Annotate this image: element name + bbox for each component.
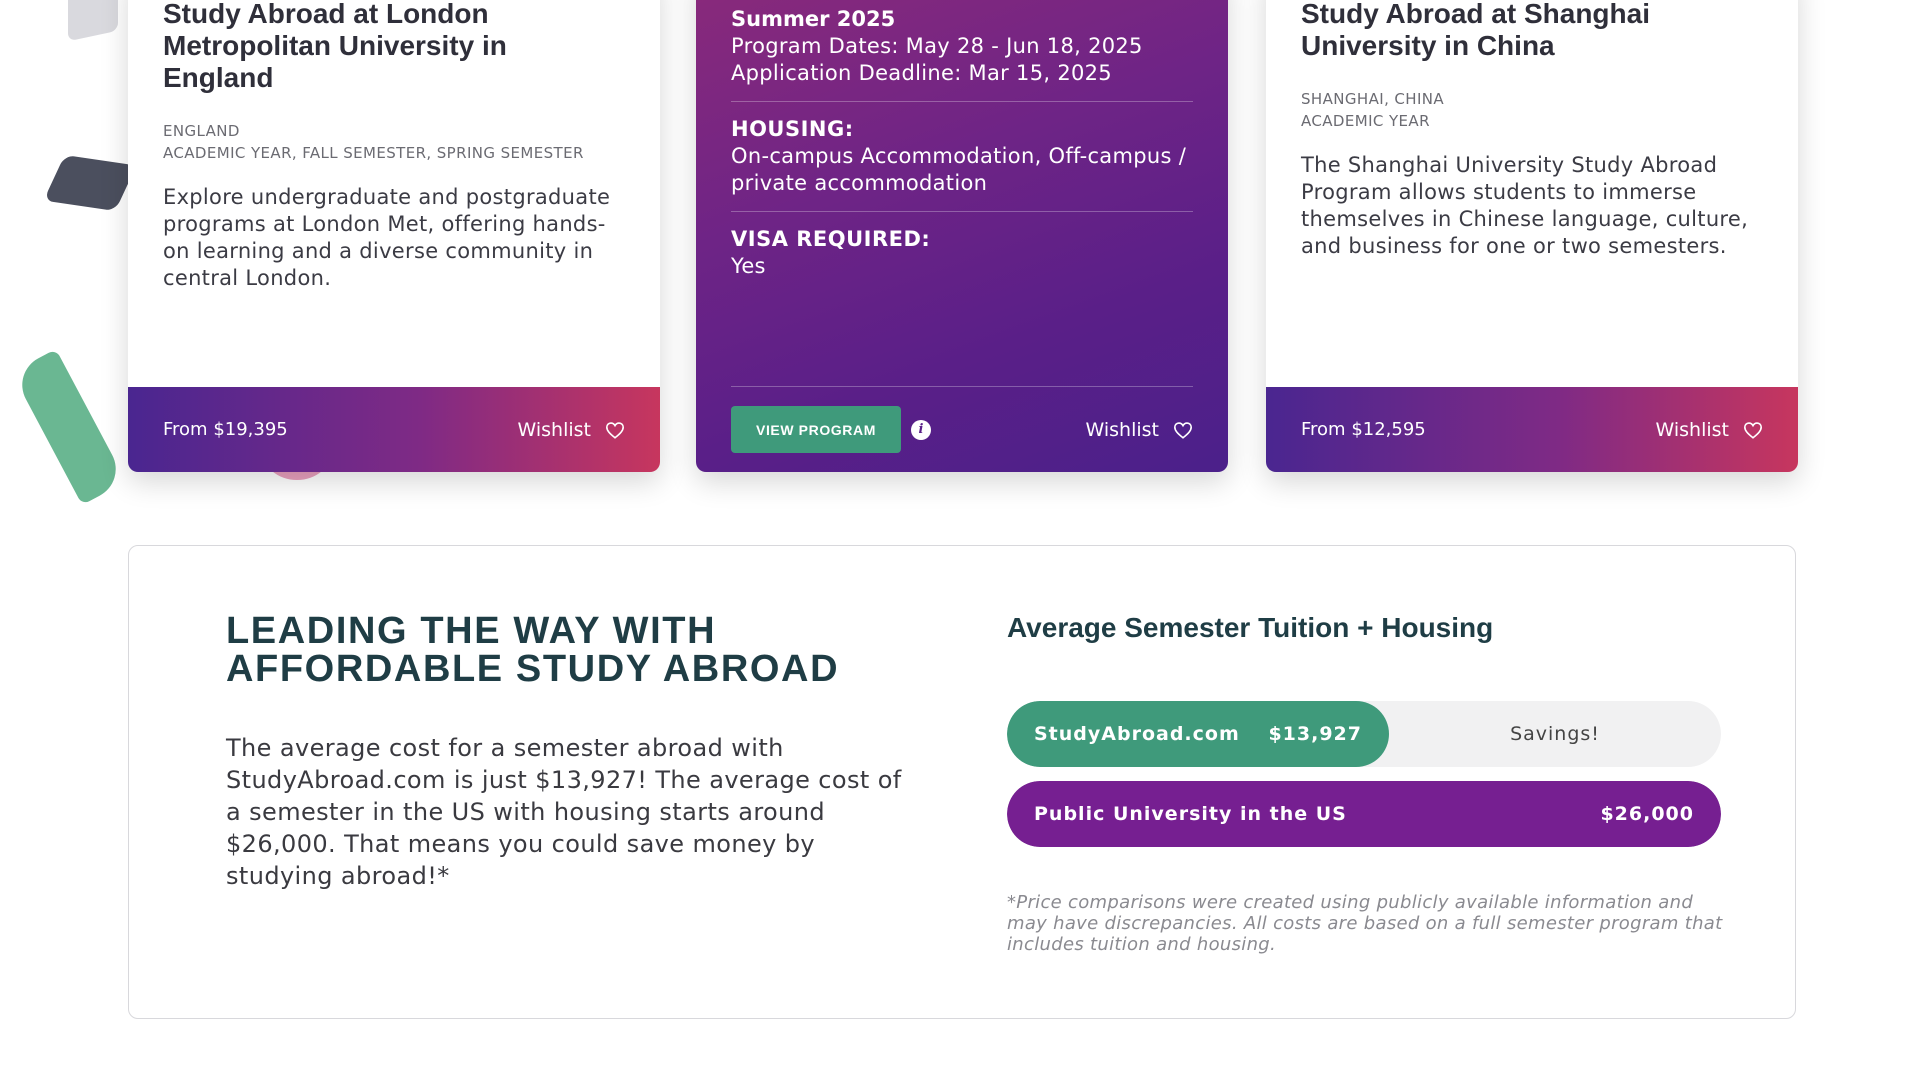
bar-value: $13,927 <box>1268 723 1362 745</box>
view-program-button[interactable]: VIEW PROGRAM <box>731 406 901 453</box>
program-terms: ACADEMIC YEAR <box>1301 112 1430 130</box>
program-card-london[interactable]: Study Abroad at London Metropolitan Univ… <box>128 0 660 472</box>
program-location: ENGLAND <box>163 122 240 140</box>
decorative-shape-gray <box>68 0 118 42</box>
price-disclaimer: *Price comparisons were created using pu… <box>1007 892 1723 955</box>
program-card-title[interactable]: Study Abroad at Shanghai University in C… <box>1301 0 1763 62</box>
program-season: Summer 2025 <box>731 7 896 31</box>
wishlist-button[interactable]: Wishlist <box>1656 419 1764 441</box>
heart-icon <box>1173 421 1193 439</box>
bar-label: Public University in the US <box>1034 803 1347 825</box>
program-location: SHANGHAI, CHINA <box>1301 90 1445 108</box>
program-terms: ACADEMIC YEAR, FALL SEMESTER, SPRING SEM… <box>163 144 584 162</box>
program-description: Explore undergraduate and postgraduate p… <box>163 185 611 290</box>
comparison-bar-track-studyabroad: StudyAbroad.com $13,927 Savings! <box>1007 701 1721 767</box>
program-card-details: Summer 2025 Program Dates: May 28 - Jun … <box>696 0 1228 472</box>
program-price: From $19,395 <box>163 419 288 440</box>
program-card-footer: From $19,395 Wishlist <box>128 387 660 472</box>
program-card-shanghai[interactable]: Study Abroad at Shanghai University in C… <box>1266 0 1798 472</box>
wishlist-label: Wishlist <box>1655 418 1730 441</box>
program-price: From $12,595 <box>1301 419 1426 440</box>
comparison-chart-title: Average Semester Tuition + Housing <box>1007 612 1494 643</box>
comparison-bar-studyabroad: StudyAbroad.com $13,927 <box>1007 701 1389 767</box>
divider <box>731 101 1193 102</box>
heart-icon <box>1743 421 1763 439</box>
divider <box>731 211 1193 212</box>
wishlist-button[interactable]: Wishlist <box>1086 419 1194 441</box>
decorative-shape-green <box>11 349 127 505</box>
comparison-bar-us-public: Public University in the US $26,000 <box>1007 781 1721 847</box>
bar-label: StudyAbroad.com <box>1034 723 1240 745</box>
program-card-footer: From $12,595 Wishlist <box>1266 387 1798 472</box>
program-description: The Shanghai University Study Abroad Pro… <box>1301 153 1749 258</box>
heart-icon <box>605 421 625 439</box>
housing-label: HOUSING: <box>731 117 854 141</box>
info-icon[interactable]: i <box>910 419 931 440</box>
visa-label: VISA REQUIRED: <box>731 227 931 251</box>
wishlist-label: Wishlist <box>1085 418 1160 441</box>
housing-value: On-campus Accommodation, Off-campus / pr… <box>731 144 1187 195</box>
decorative-shape-dark <box>43 154 137 212</box>
wishlist-label: Wishlist <box>517 418 592 441</box>
program-dates: Program Dates: May 28 - Jun 18, 2025 <box>731 34 1143 58</box>
comparison-bar-track-us: Public University in the US $26,000 <box>1007 781 1721 847</box>
affordability-panel: LEADING THE WAY WITH AFFORDABLE STUDY AB… <box>128 545 1796 1019</box>
program-card-title[interactable]: Study Abroad at London Metropolitan Univ… <box>163 0 625 94</box>
bar-value: $26,000 <box>1600 803 1694 825</box>
wishlist-button[interactable]: Wishlist <box>518 419 626 441</box>
savings-label: Savings! <box>1510 723 1600 745</box>
program-card-footer: VIEW PROGRAM i Wishlist <box>731 386 1193 472</box>
affordability-body: The average cost for a semester abroad w… <box>226 734 902 890</box>
affordability-heading: LEADING THE WAY WITH AFFORDABLE STUDY AB… <box>226 610 840 690</box>
application-deadline: Application Deadline: Mar 15, 2025 <box>731 61 1112 85</box>
visa-value: Yes <box>731 254 766 278</box>
